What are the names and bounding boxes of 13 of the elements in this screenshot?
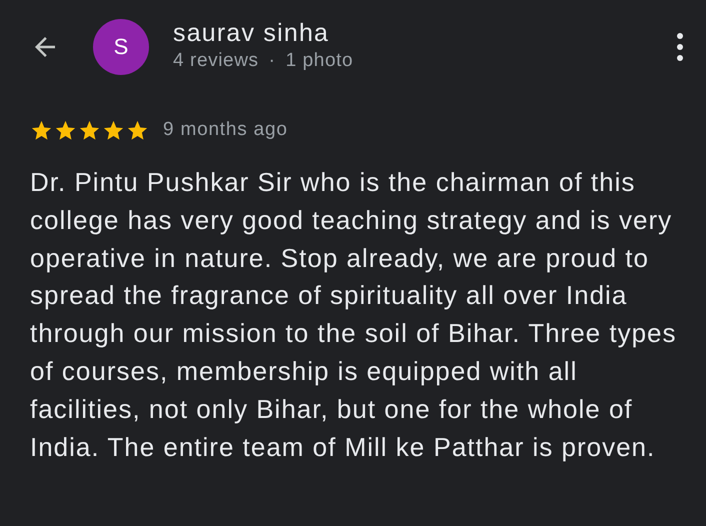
star-icon	[30, 118, 53, 142]
review-count: 4 reviews	[173, 49, 259, 73]
review-text: Dr. Pintu Pushkar Sir who is the chairman of this college has very good teaching strategy and is very operative in nature. Stop already, we are proud to spread the fragrance of spirituality all over India through our mission to the soil of Bihar. Three types of courses, membership is equipped with all facilities, not only Bihar, but one for the whole of India. The entire team of Mill ke Patthar is proven.	[30, 166, 678, 464]
star-icon	[126, 118, 149, 142]
star-icon	[54, 118, 77, 142]
star-icon	[78, 118, 101, 142]
review-time: 9 months ago	[163, 119, 288, 141]
reviewer-name[interactable]: saurav sinha	[173, 19, 676, 47]
menu-icon[interactable]	[676, 32, 684, 62]
photo-count: 1 photo	[286, 49, 354, 73]
star-icon	[102, 118, 125, 142]
avatar: S	[93, 19, 149, 75]
separator-dot: ·	[268, 49, 276, 73]
